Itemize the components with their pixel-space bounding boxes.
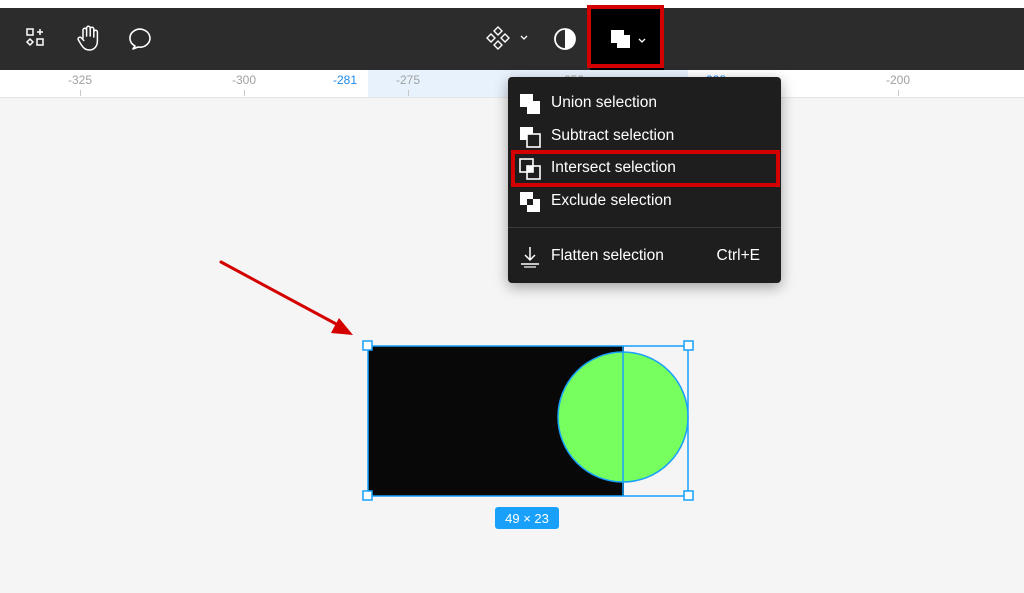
resize-handle-tr[interactable] [683,340,694,351]
subtract-icon [520,127,541,148]
menu-item-label: Intersect selection [551,159,676,176]
menu-item-exclude[interactable]: Exclude selection [508,185,781,217]
menu-item-label: Union selection [551,94,657,111]
menu-item-shortcut: Ctrl+E [716,247,761,264]
menu-item-flatten[interactable]: Flatten selection Ctrl+E [508,240,781,272]
exclude-icon [520,192,540,212]
menu-item-label: Flatten selection [551,247,664,264]
union-icon [520,94,540,114]
menu-divider [508,227,781,228]
intersect-icon [519,158,541,180]
resize-handle-br[interactable] [683,490,694,501]
resize-handle-bl[interactable] [362,490,373,501]
annotation-arrow [219,260,353,335]
menu-item-subtract[interactable]: Subtract selection [508,120,781,152]
boolean-operations-menu: Union selection Subtract selection Inter… [508,77,781,283]
menu-item-label: Subtract selection [551,127,675,144]
flatten-icon [521,247,539,268]
menu-item-union[interactable]: Union selection [508,87,781,119]
resize-handle-tl[interactable] [362,340,373,351]
menu-item-label: Exclude selection [551,192,672,209]
menu-item-intersect[interactable]: Intersect selection [508,152,781,184]
dimension-badge: 49 × 23 [495,507,559,529]
